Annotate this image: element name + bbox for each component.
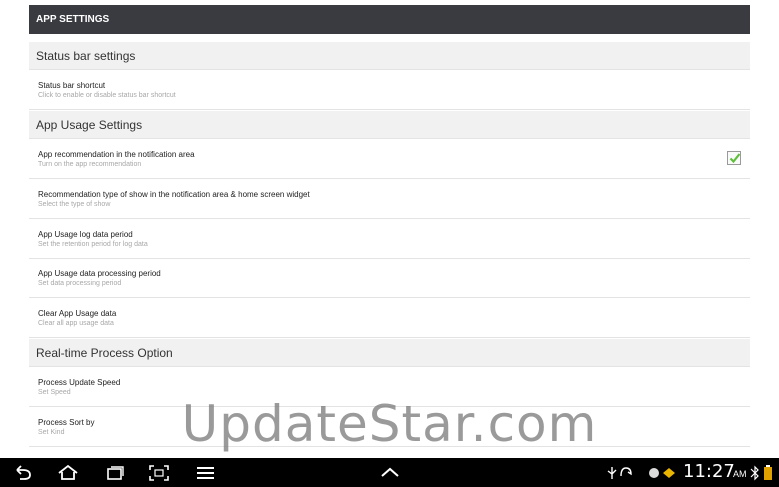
usb-icon (607, 467, 632, 479)
watermark-text: UpdateStar.com (181, 395, 598, 453)
section-app-usage-settings: App Usage Settings (29, 111, 750, 139)
app-settings-header: APP SETTINGS (29, 5, 750, 34)
battery-icon (764, 465, 772, 480)
setting-log-data-period[interactable]: App Usage log data period Set the retent… (29, 220, 750, 259)
settings-content: APP SETTINGS Status bar settings Status … (29, 0, 750, 458)
setting-subtitle: Clear all app usage data (38, 320, 114, 327)
setting-data-processing-period[interactable]: App Usage data processing period Set dat… (29, 259, 750, 298)
setting-recommendation-type[interactable]: Recommendation type of show in the notif… (29, 180, 750, 219)
setting-subtitle: Set data processing period (38, 280, 122, 287)
notification-icons[interactable] (648, 464, 678, 482)
setting-title: App Usage log data period (38, 230, 133, 239)
setting-title: Status bar shortcut (38, 81, 106, 90)
status-ampm: AM (733, 469, 747, 479)
setting-title: Recommendation type of show in the notif… (38, 190, 310, 199)
setting-title: Process Update Speed (38, 378, 121, 387)
setting-subtitle: Select the type of show (38, 201, 111, 208)
system-navigation-bar (0, 458, 779, 487)
setting-title: Clear App Usage data (38, 309, 117, 318)
chevron-up-icon[interactable] (379, 464, 401, 482)
checkmark-icon (729, 153, 741, 164)
section-real-time-process-option: Real-time Process Option (29, 339, 750, 367)
setting-status-bar-shortcut[interactable]: Status bar shortcut Click to enable or d… (29, 71, 750, 110)
setting-title: App recommendation in the notification a… (38, 150, 195, 159)
back-icon[interactable] (13, 464, 35, 482)
bluetooth-icon (750, 465, 759, 481)
setting-subtitle: Turn on the app recommendation (38, 161, 142, 168)
app-recommendation-checkbox[interactable] (727, 151, 741, 165)
screenshot-icon[interactable] (148, 464, 170, 482)
setting-clear-app-usage-data[interactable]: Clear App Usage data Clear all app usage… (29, 299, 750, 338)
section-status-bar-settings: Status bar settings (29, 42, 750, 70)
setting-app-recommendation[interactable]: App recommendation in the notification a… (29, 140, 750, 179)
recent-apps-icon[interactable] (104, 464, 126, 482)
setting-title: App Usage data processing period (38, 269, 161, 278)
setting-subtitle: Click to enable or disable status bar sh… (38, 92, 176, 99)
setting-subtitle: Set the retention period for log data (38, 241, 148, 248)
status-time: 11:27 (683, 461, 735, 482)
home-icon[interactable] (57, 464, 79, 482)
menu-icon[interactable] (195, 464, 217, 482)
